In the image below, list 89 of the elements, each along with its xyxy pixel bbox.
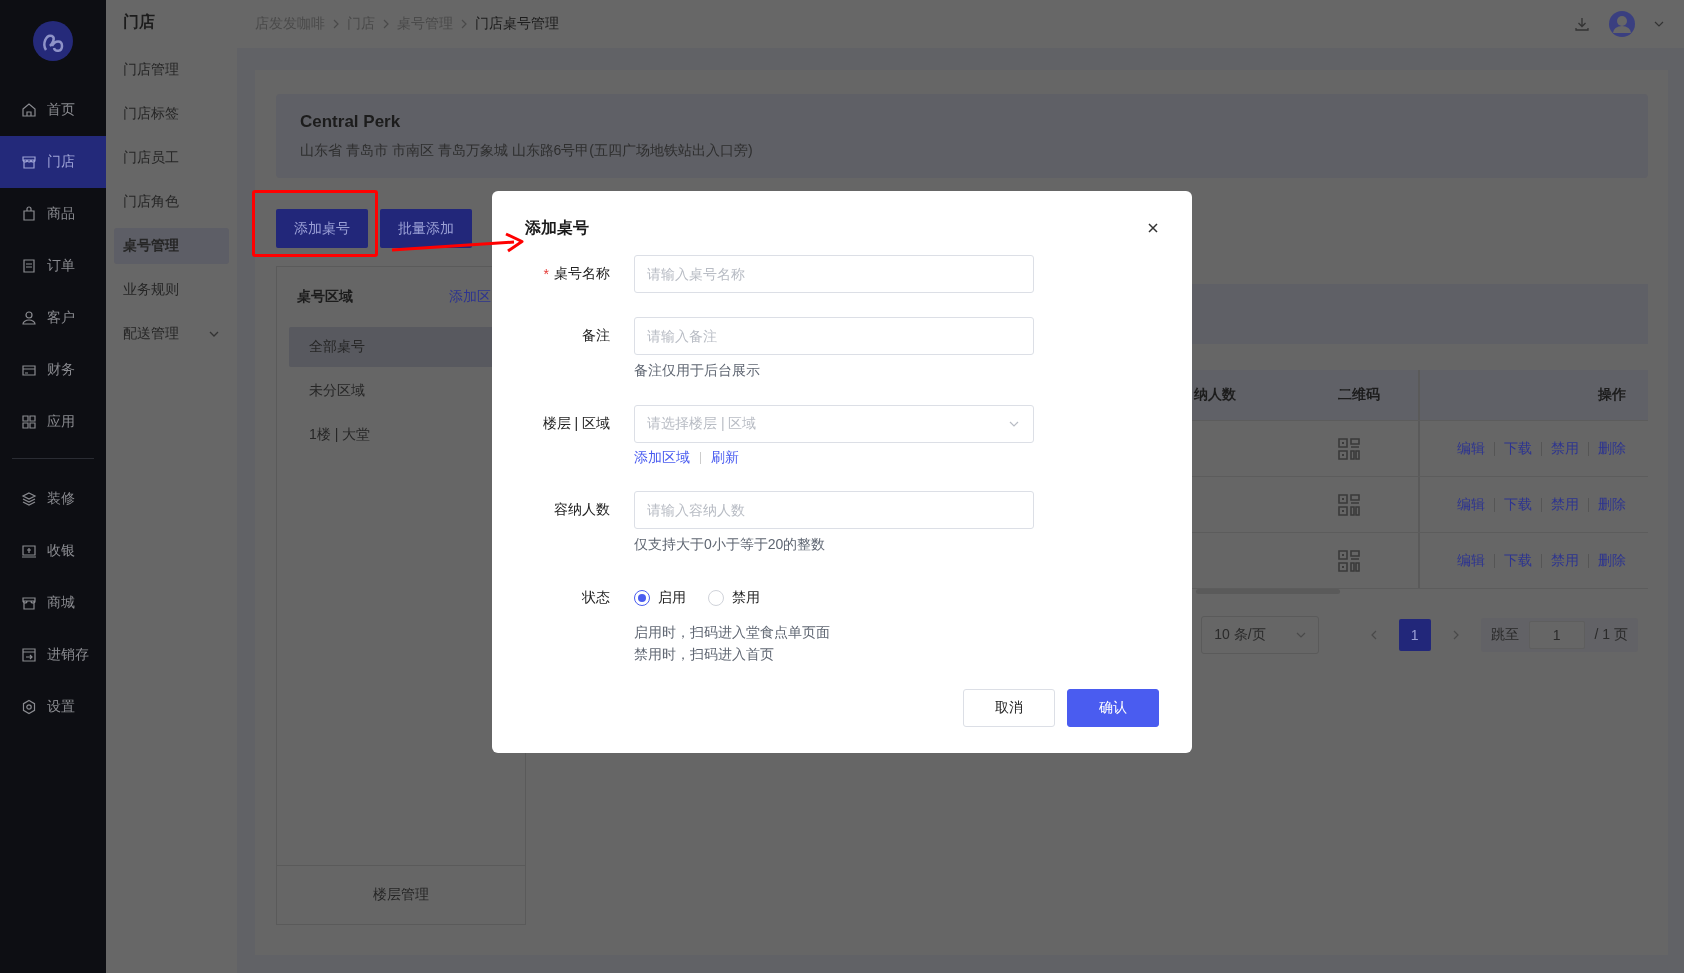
subnav-item[interactable]: 门店角色 bbox=[114, 184, 229, 220]
qr-code-icon[interactable] bbox=[1338, 549, 1360, 572]
sidebar-item[interactable]: 商城 bbox=[0, 577, 106, 629]
qr-code-icon[interactable] bbox=[1338, 493, 1360, 516]
next-page-icon[interactable] bbox=[1452, 630, 1459, 640]
subnav-item[interactable]: 业务规则 bbox=[114, 272, 229, 308]
subnav-item[interactable]: 门店员工 bbox=[114, 140, 229, 176]
chevron-down-icon bbox=[1295, 632, 1306, 638]
chevron-right-icon bbox=[333, 19, 339, 29]
store-icon bbox=[21, 154, 37, 170]
card-icon bbox=[21, 362, 37, 378]
register-icon bbox=[21, 543, 37, 559]
store-icon bbox=[21, 595, 37, 611]
help-text: 禁用时，扫码进入首页 bbox=[634, 645, 775, 664]
sidebar-item[interactable]: 客户 bbox=[0, 292, 106, 344]
row-action-link[interactable]: 禁用 bbox=[1551, 439, 1579, 458]
chevron-down-icon bbox=[209, 331, 219, 337]
select-field[interactable]: 请选择楼层 | 区域 bbox=[634, 405, 1034, 443]
sidebar-item[interactable]: 首页 bbox=[0, 84, 106, 136]
row-action-link[interactable]: 下载 bbox=[1504, 439, 1532, 458]
avatar-icon[interactable] bbox=[1608, 10, 1636, 38]
subnav-item[interactable]: 门店标签 bbox=[114, 96, 229, 132]
document-icon bbox=[21, 258, 37, 274]
panel-title: 桌号区域 bbox=[297, 288, 353, 306]
radio-label[interactable]: 启用 bbox=[658, 589, 686, 607]
row-action-link[interactable]: 下载 bbox=[1504, 495, 1532, 514]
column-header: 纳人数 bbox=[1193, 386, 1237, 404]
home-icon bbox=[21, 102, 37, 118]
download-icon[interactable] bbox=[1574, 16, 1590, 32]
field-label: 备注 bbox=[582, 327, 610, 345]
sidebar-item[interactable]: 财务 bbox=[0, 344, 106, 396]
sidebar-item[interactable]: 收银 bbox=[0, 525, 106, 577]
subnav-item[interactable]: 配送管理 bbox=[114, 316, 229, 352]
row-action-link[interactable]: 下载 bbox=[1504, 551, 1532, 570]
field-label: 桌号名称 bbox=[554, 265, 610, 283]
link[interactable]: 刷新 bbox=[711, 449, 739, 467]
column-header: 二维码 bbox=[1337, 386, 1381, 404]
page-number-button[interactable]: 1 bbox=[1398, 619, 1431, 651]
chevron-right-icon bbox=[383, 19, 389, 29]
help-text: 仅支持大于0小于等于20的整数 bbox=[634, 535, 827, 554]
add-area-link[interactable]: 添加区 bbox=[449, 288, 491, 306]
section-title: 门店 bbox=[123, 12, 156, 32]
subnav-item[interactable]: 门店管理 bbox=[114, 52, 229, 88]
row-action-link[interactable]: 禁用 bbox=[1551, 495, 1579, 514]
action-button[interactable]: 批量添加 bbox=[380, 209, 472, 248]
sidebar-item[interactable]: 门店 bbox=[0, 136, 106, 188]
sidebar-item[interactable]: 装修 bbox=[0, 473, 106, 525]
floor-management-button[interactable]: 楼层管理 bbox=[277, 865, 525, 924]
help-text: 启用时，扫码进入堂食点单页面 bbox=[634, 623, 831, 642]
caret-icon[interactable] bbox=[1654, 21, 1664, 27]
input-field[interactable]: 请输入备注 bbox=[634, 317, 1034, 355]
inventory-icon bbox=[21, 647, 37, 663]
dialog-title: 添加桌号 bbox=[525, 217, 589, 238]
logo-icon bbox=[32, 20, 74, 62]
settings-icon bbox=[21, 699, 37, 715]
store-name: Central Perk bbox=[300, 112, 402, 132]
field-label: 状态 bbox=[582, 589, 610, 607]
link[interactable]: 添加区域 bbox=[634, 449, 690, 467]
chevron-down-icon[interactable] bbox=[1009, 421, 1019, 427]
sidebar-item[interactable]: 应用 bbox=[0, 396, 106, 448]
sidebar-item[interactable]: 订单 bbox=[0, 240, 106, 292]
required-mark: * bbox=[543, 266, 549, 282]
sidebar-item[interactable]: 商品 bbox=[0, 188, 106, 240]
help-text: 备注仅用于后台展示 bbox=[634, 361, 761, 380]
field-label: 楼层 | 区域 bbox=[542, 415, 610, 433]
input-field[interactable]: 请输入桌号名称 bbox=[634, 255, 1034, 293]
previous-page-icon[interactable] bbox=[1370, 630, 1377, 640]
row-action-link[interactable]: 禁用 bbox=[1551, 551, 1579, 570]
user-icon bbox=[21, 310, 37, 326]
grid-icon bbox=[21, 414, 37, 430]
page-input-field[interactable]: 1 bbox=[1528, 621, 1585, 649]
radio-label[interactable]: 禁用 bbox=[732, 589, 760, 607]
bag-icon bbox=[21, 206, 37, 222]
confirm-button[interactable]: 确认 bbox=[1067, 689, 1159, 727]
page-size-select[interactable]: 10 条/页 bbox=[1201, 616, 1319, 654]
jump-label: 跳至 bbox=[1490, 626, 1519, 644]
field-label: 容纳人数 bbox=[554, 501, 610, 519]
layers-icon bbox=[21, 491, 37, 507]
sidebar-item[interactable]: 进销存 bbox=[0, 629, 106, 681]
subnav-item[interactable]: 桌号管理 bbox=[114, 228, 229, 264]
column-header: 操作 bbox=[1598, 386, 1626, 404]
qr-code-icon[interactable] bbox=[1338, 437, 1360, 460]
sidebar-item[interactable]: 设置 bbox=[0, 681, 106, 733]
close-icon[interactable] bbox=[1147, 222, 1159, 234]
input-field[interactable]: 请输入容纳人数 bbox=[634, 491, 1034, 529]
page-total-text: / 1 页 bbox=[1594, 626, 1628, 644]
cancel-button[interactable]: 取消 bbox=[963, 689, 1055, 727]
chevron-right-icon bbox=[461, 19, 467, 29]
action-button[interactable]: 添加桌号 bbox=[276, 209, 368, 248]
